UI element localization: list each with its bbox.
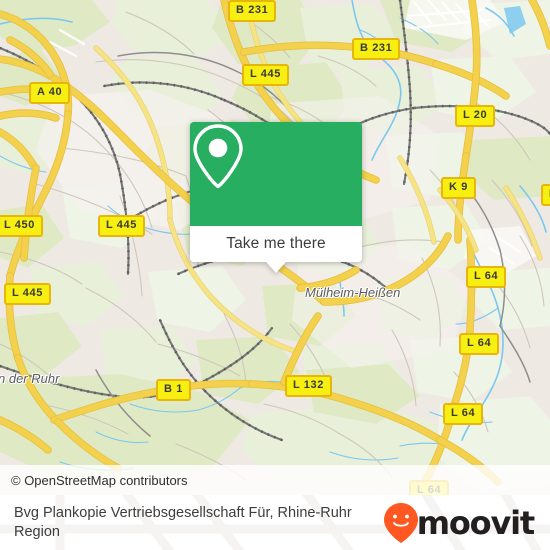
footer-bar: Bvg Plankopie Vertriebsgesellschaft Für,… [0, 495, 550, 550]
road-shield: B 1 [156, 379, 191, 401]
map-pin-icon [193, 124, 243, 189]
road-shield: L 64 [443, 403, 484, 425]
road-shield: L 445 [242, 64, 289, 86]
place-label: n der Ruhr [0, 371, 60, 386]
callout-tail [266, 262, 286, 273]
road-shield: L 132 [285, 375, 332, 397]
road-shield: L 450 [0, 215, 43, 237]
attribution-text[interactable]: © OpenStreetMap contributors [11, 473, 188, 488]
callout-pin-area [190, 122, 362, 226]
road-shield: B 231 [228, 0, 277, 22]
road-shield: L [541, 184, 550, 206]
moovit-wordmark: moovit [416, 503, 535, 542]
road-shield: K 9 [441, 177, 476, 199]
road-shield: L 445 [98, 215, 145, 237]
road-shield: B 231 [352, 38, 401, 60]
take-me-there-label: Take me there [226, 235, 326, 252]
map-attribution: © OpenStreetMap contributors [0, 465, 550, 495]
road-shield: L 64 [466, 266, 507, 288]
road-shield: L 64 [459, 333, 500, 355]
callout-action-bar[interactable]: Take me there [190, 226, 362, 273]
map-canvas[interactable]: .gA{fill:#dfeac5} .gB{fill:#e8f0da} .gC{… [0, 0, 550, 495]
moovit-pin-icon [383, 502, 418, 543]
road-shield: L 445 [4, 283, 51, 305]
place-label: Mülheim-Heißen [305, 285, 401, 300]
moovit-map-screenshot: .gA{fill:#dfeac5} .gB{fill:#e8f0da} .gC{… [0, 0, 550, 550]
road-shield: L 20 [455, 105, 496, 127]
moovit-logo[interactable]: moovit [383, 502, 535, 544]
road-shield: A 40 [29, 82, 71, 104]
page-title: Bvg Plankopie Vertriebsgesellschaft Für,… [14, 504, 352, 540]
take-me-there-callout[interactable]: Take me there [190, 122, 362, 273]
